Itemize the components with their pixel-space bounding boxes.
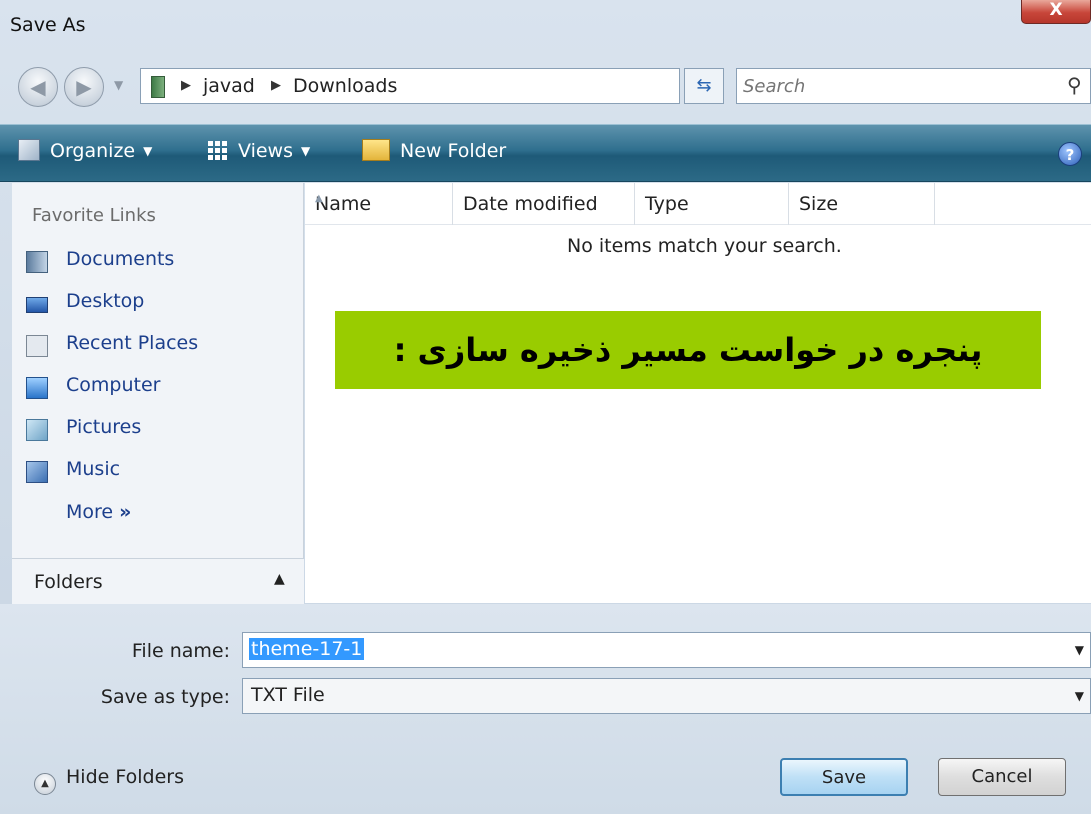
hide-folders-button[interactable]: ▲ Hide Folders bbox=[34, 766, 184, 795]
more-links-button[interactable]: More » bbox=[66, 501, 131, 523]
breadcrumb-downloads[interactable]: Downloads bbox=[293, 75, 397, 97]
documents-icon bbox=[26, 251, 48, 273]
views-label: Views bbox=[238, 140, 293, 162]
sidebar-item-pictures[interactable]: Pictures bbox=[26, 415, 296, 445]
folders-toggle[interactable]: Folders ▲ bbox=[12, 558, 304, 604]
double-chevron-right-icon: » bbox=[119, 501, 132, 523]
new-folder-button[interactable]: New Folder bbox=[362, 139, 506, 162]
search-box[interactable]: ⚲ bbox=[736, 68, 1091, 104]
file-name-dropdown-icon[interactable]: ▼ bbox=[1075, 643, 1084, 657]
save-as-type-label: Save as type: bbox=[100, 686, 230, 708]
recent-places-icon bbox=[26, 335, 48, 357]
organize-icon bbox=[18, 139, 40, 161]
hide-folders-label: Hide Folders bbox=[66, 766, 184, 788]
sort-ascending-icon: ▲ bbox=[315, 193, 323, 204]
window-title: Save As bbox=[10, 14, 86, 36]
back-button[interactable]: ◀ bbox=[18, 67, 58, 107]
save-form: File name: theme-17-1 ▼ Save as type: TX… bbox=[0, 604, 1091, 814]
folders-label: Folders bbox=[34, 571, 103, 593]
file-name-field[interactable]: theme-17-1 ▼ bbox=[242, 632, 1091, 668]
favorite-links-heading: Favorite Links bbox=[32, 205, 156, 226]
save-button[interactable]: Save bbox=[780, 758, 908, 796]
save-as-dialog: Save As X ◀ ▶ ▼ ▶ javad ▶ Downloads ▼ ⇆ … bbox=[0, 0, 1091, 814]
sidebar-item-documents[interactable]: Documents bbox=[26, 247, 296, 277]
save-as-type-dropdown-icon[interactable]: ▼ bbox=[1075, 689, 1084, 703]
sidebar-item-computer[interactable]: Computer bbox=[26, 373, 296, 403]
folder-icon bbox=[151, 76, 165, 98]
sidebar-item-music[interactable]: Music bbox=[26, 457, 296, 487]
sidebar-item-label: Desktop bbox=[66, 290, 145, 312]
address-row: ◀ ▶ ▼ ▶ javad ▶ Downloads ▼ ⇆ ⚲ bbox=[0, 58, 1091, 116]
refresh-button[interactable]: ⇆ bbox=[684, 68, 724, 104]
sidebar-item-label: Pictures bbox=[66, 416, 142, 438]
forward-button[interactable]: ▶ bbox=[64, 67, 104, 107]
views-icon bbox=[206, 139, 228, 161]
sidebar-item-recent-places[interactable]: Recent Places bbox=[26, 331, 296, 361]
save-as-type-value: TXT File bbox=[251, 684, 325, 706]
command-bar: Organize ▼ Views ▼ New Folder ? bbox=[0, 124, 1091, 182]
column-label: Size bbox=[799, 193, 839, 215]
chevron-up-icon: ▲ bbox=[34, 773, 56, 795]
organize-button[interactable]: Organize ▼ bbox=[18, 139, 152, 162]
search-input[interactable] bbox=[743, 73, 1043, 99]
new-folder-icon bbox=[362, 139, 390, 161]
file-list[interactable]: Name ▲ Date modified Type Size No items … bbox=[305, 183, 1091, 603]
navigation-pane: Favorite Links Documents Desktop Recent … bbox=[12, 183, 304, 604]
column-label: Type bbox=[645, 193, 689, 215]
more-label: More bbox=[66, 501, 114, 523]
organize-label: Organize bbox=[50, 140, 136, 162]
sidebar-item-label: Computer bbox=[66, 374, 161, 396]
chevron-down-icon: ▼ bbox=[143, 144, 153, 158]
column-header-date-modified[interactable]: Date modified bbox=[453, 183, 635, 225]
empty-list-message: No items match your search. bbox=[567, 235, 842, 257]
title-bar: Save As X bbox=[0, 0, 1091, 50]
computer-icon bbox=[26, 377, 48, 399]
breadcrumb-arrow-icon[interactable]: ▶ bbox=[181, 78, 191, 93]
music-icon bbox=[26, 461, 48, 483]
chevron-down-icon: ▼ bbox=[301, 144, 311, 158]
save-as-type-select[interactable]: TXT File ▼ bbox=[242, 678, 1091, 714]
sidebar-item-label: Documents bbox=[66, 248, 175, 270]
column-header-name[interactable]: Name ▲ bbox=[305, 183, 453, 225]
column-header-row: Name ▲ Date modified Type Size bbox=[305, 183, 1091, 225]
column-header-size[interactable]: Size bbox=[789, 183, 935, 225]
column-header-type[interactable]: Type bbox=[635, 183, 789, 225]
recent-pages-dropdown-icon[interactable]: ▼ bbox=[114, 78, 123, 92]
file-name-label: File name: bbox=[131, 640, 230, 662]
desktop-icon bbox=[26, 297, 48, 313]
views-button[interactable]: Views ▼ bbox=[206, 139, 310, 162]
sidebar-item-desktop[interactable]: Desktop bbox=[26, 289, 296, 319]
annotation-caption: پنجره در خواست مسیر ذخیره سازی : bbox=[335, 311, 1041, 389]
pictures-icon bbox=[26, 419, 48, 441]
column-label: Date modified bbox=[463, 193, 598, 215]
breadcrumb-javad[interactable]: javad bbox=[203, 75, 255, 97]
close-button[interactable]: X bbox=[1021, 0, 1091, 24]
chevron-up-icon: ▲ bbox=[274, 571, 285, 587]
search-icon[interactable]: ⚲ bbox=[1067, 73, 1082, 97]
new-folder-label: New Folder bbox=[400, 140, 507, 162]
breadcrumb-arrow-icon[interactable]: ▶ bbox=[271, 78, 281, 93]
address-bar[interactable]: ▶ javad ▶ Downloads ▼ bbox=[140, 68, 802, 104]
help-icon[interactable]: ? bbox=[1058, 142, 1082, 166]
column-label: Name bbox=[315, 193, 372, 215]
cancel-button[interactable]: Cancel bbox=[938, 758, 1066, 796]
sidebar-item-label: Music bbox=[66, 458, 121, 480]
sidebar-item-label: Recent Places bbox=[66, 332, 199, 354]
refresh-icon: ⇆ bbox=[696, 75, 712, 96]
file-name-value[interactable]: theme-17-1 bbox=[249, 638, 365, 660]
